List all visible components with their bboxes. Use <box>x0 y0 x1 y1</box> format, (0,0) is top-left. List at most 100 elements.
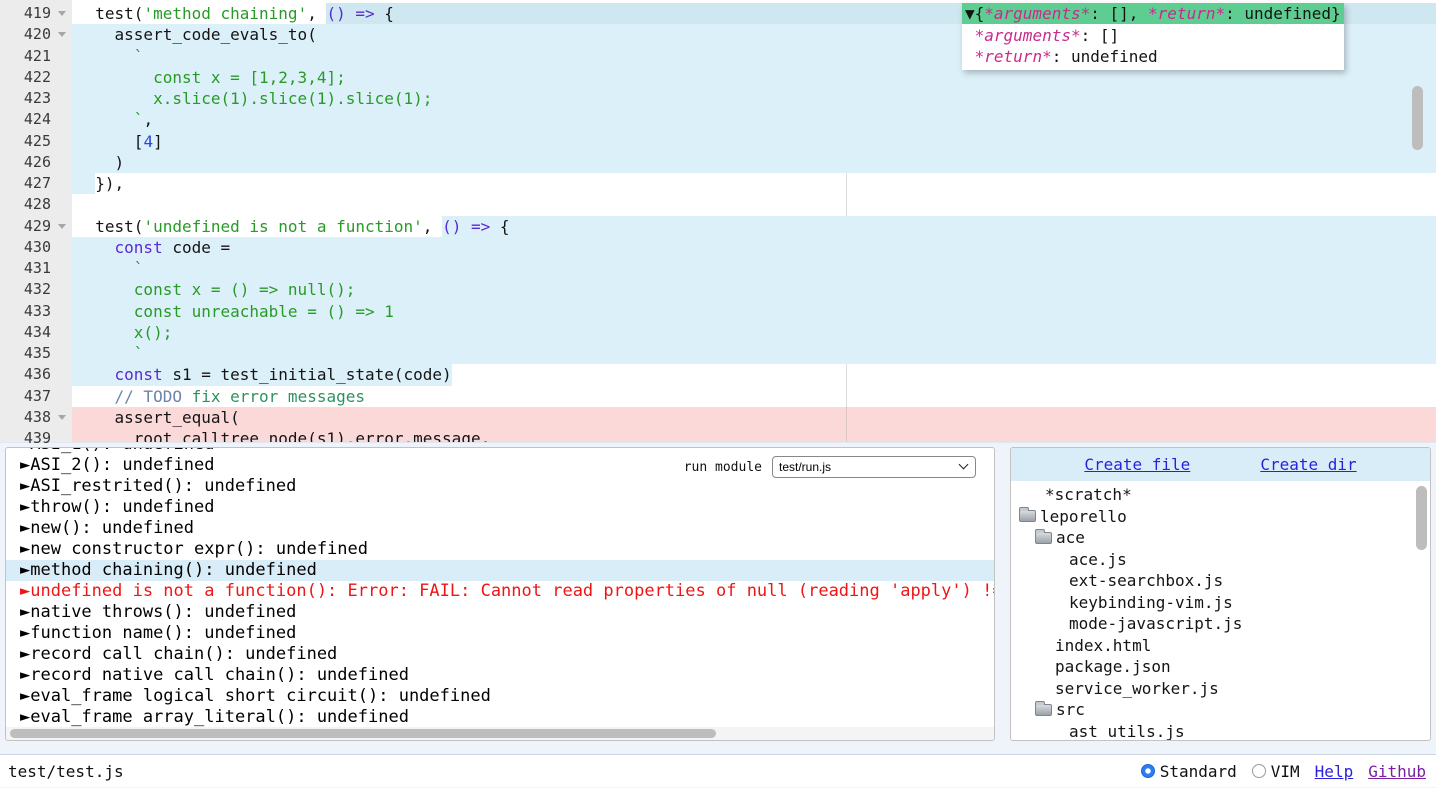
expand-arrow-icon[interactable]: ► <box>20 581 30 601</box>
gutter-line-number[interactable]: 422 <box>0 67 72 88</box>
gutter-line-number[interactable]: 427 <box>0 173 72 194</box>
gutter-line-number[interactable]: 432 <box>0 279 72 300</box>
code-token <box>965 26 975 45</box>
gutter-line-number[interactable]: 434 <box>0 322 72 343</box>
tree-item[interactable]: service_worker.js <box>1011 678 1430 700</box>
gutter-line-number[interactable]: 435 <box>0 343 72 364</box>
gutter-line-number[interactable]: 436 <box>0 364 72 385</box>
code-line[interactable]: const unreachable = () => 1 <box>72 301 1436 322</box>
tree-item[interactable]: ace.js <box>1011 549 1430 571</box>
code-line[interactable]: const code = <box>72 237 1436 258</box>
tree-item[interactable]: keybinding-vim.js <box>1011 592 1430 614</box>
test-result-row[interactable]: ►function name(): undefined <box>6 623 994 644</box>
results-hscrollbar-track[interactable] <box>6 727 994 740</box>
gutter-line-number[interactable]: 419 <box>0 3 72 24</box>
files-scrollbar-thumb[interactable] <box>1416 486 1427 550</box>
expand-arrow-icon[interactable]: ► <box>20 497 30 517</box>
fold-marker-icon[interactable] <box>58 32 66 37</box>
expand-arrow-icon[interactable]: ► <box>20 476 30 496</box>
code-token: root_calltree_node(s1).error.message, <box>76 429 490 442</box>
test-result-row[interactable]: ►eval_frame array_literal(): undefined <box>6 707 994 728</box>
run-module-select[interactable]: test/run.js <box>772 456 976 478</box>
code-line[interactable]: const x = () => null(); <box>72 279 1436 300</box>
tree-item[interactable]: src <box>1011 699 1430 721</box>
gutter-line-number[interactable]: 439 <box>0 428 72 449</box>
current-file-path: test/test.js <box>8 762 124 781</box>
code-line[interactable]: `, <box>72 109 1436 130</box>
code-line[interactable]: const s1 = test_initial_state(code) <box>72 364 1436 385</box>
gutter-line-number[interactable]: 437 <box>0 386 72 407</box>
gutter-line-number[interactable]: 426 <box>0 152 72 173</box>
expand-arrow-icon[interactable]: ► <box>20 455 30 475</box>
editor-scrollbar-thumb[interactable] <box>1412 86 1423 150</box>
keybinding-vim-option[interactable]: VIM <box>1252 762 1300 781</box>
expand-arrow-icon[interactable]: ► <box>20 539 30 559</box>
keybinding-standard-option[interactable]: Standard <box>1141 762 1237 781</box>
fold-marker-icon[interactable] <box>58 415 66 420</box>
github-link[interactable]: Github <box>1368 762 1426 781</box>
keybinding-standard-radio[interactable] <box>1141 764 1155 778</box>
tooltip-header[interactable]: ▼{*arguments*: [], *return*: undefined} <box>962 3 1344 24</box>
tree-item-label: ace <box>1056 528 1085 547</box>
expand-arrow-icon[interactable]: ► <box>20 707 30 727</box>
expand-arrow-icon[interactable]: ► <box>20 644 30 664</box>
tree-item[interactable]: index.html <box>1011 635 1430 657</box>
gutter-line-number[interactable]: 423 <box>0 88 72 109</box>
code-line[interactable]: // TODO fix error messages <box>72 386 1436 407</box>
test-result-row[interactable]: ►ASI_1(): undefined <box>6 447 994 455</box>
test-result-row[interactable]: ►eval_frame logical short circuit(): und… <box>6 686 994 707</box>
tree-item[interactable]: ast_utils.js <box>1011 721 1430 742</box>
code-line[interactable]: ` <box>72 258 1436 279</box>
test-result-row[interactable]: ►record native call chain(): undefined <box>6 665 994 686</box>
test-result-row[interactable]: ►native throws(): undefined <box>6 602 994 623</box>
tree-item[interactable]: *scratch* <box>1011 484 1430 506</box>
test-result-row[interactable]: ►new(): undefined <box>6 518 994 539</box>
code-line[interactable]: x.slice(1).slice(1).slice(1); <box>72 88 1436 109</box>
code-line[interactable] <box>72 194 1436 215</box>
test-result-row[interactable]: ►throw(): undefined <box>6 497 994 518</box>
help-link[interactable]: Help <box>1315 762 1354 781</box>
results-hscrollbar-thumb[interactable] <box>10 729 716 738</box>
tree-item[interactable]: mode-javascript.js <box>1011 613 1430 635</box>
code-editor[interactable]: 4194204214224234244254264274284294304314… <box>0 0 1436 443</box>
expand-arrow-icon[interactable]: ► <box>20 602 30 622</box>
code-line[interactable]: ) <box>72 152 1436 173</box>
gutter-line-number[interactable]: 420 <box>0 24 72 45</box>
fold-marker-icon[interactable] <box>58 224 66 229</box>
code-line[interactable]: }), <box>72 173 1436 194</box>
create-dir-link[interactable]: Create dir <box>1260 455 1356 474</box>
create-file-link[interactable]: Create file <box>1084 455 1190 474</box>
code-line[interactable]: root_calltree_node(s1).error.message, <box>72 428 1436 442</box>
code-line[interactable]: ` <box>72 343 1436 364</box>
code-line[interactable]: [4] <box>72 131 1436 152</box>
expand-arrow-icon[interactable]: ► <box>20 623 30 643</box>
gutter-line-number[interactable]: 424 <box>0 109 72 130</box>
gutter-line-number[interactable]: 433 <box>0 301 72 322</box>
keybinding-vim-radio[interactable] <box>1252 764 1266 778</box>
test-result-row[interactable]: ►ASI_restrited(): undefined <box>6 476 994 497</box>
expand-arrow-icon[interactable]: ► <box>20 560 30 580</box>
test-result-row[interactable]: ►new constructor expr(): undefined <box>6 539 994 560</box>
expand-arrow-icon[interactable]: ► <box>20 665 30 685</box>
test-result-row[interactable]: ►record call chain(): undefined <box>6 644 994 665</box>
code-line[interactable]: x(); <box>72 322 1436 343</box>
code-line[interactable]: assert_equal( <box>72 407 1436 428</box>
gutter-line-number[interactable]: 430 <box>0 237 72 258</box>
gutter-line-number[interactable]: 438 <box>0 407 72 428</box>
gutter-line-number[interactable]: 429 <box>0 216 72 237</box>
test-result-row[interactable]: ►method chaining(): undefined <box>6 560 994 581</box>
tree-item[interactable]: ext-searchbox.js <box>1011 570 1430 592</box>
code-segment: x.slice(1).slice(1).slice(1); <box>72 88 432 109</box>
tree-item[interactable]: leporello <box>1011 506 1430 528</box>
expand-arrow-icon[interactable]: ► <box>20 518 30 538</box>
fold-marker-icon[interactable] <box>58 11 66 16</box>
tree-item[interactable]: ace <box>1011 527 1430 549</box>
code-line[interactable]: test('undefined is not a function', () =… <box>72 216 1436 237</box>
expand-arrow-icon[interactable]: ► <box>20 686 30 706</box>
test-result-row[interactable]: ►undefined is not a function(): Error: F… <box>6 581 994 602</box>
gutter-line-number[interactable]: 428 <box>0 194 72 215</box>
tree-item[interactable]: package.json <box>1011 656 1430 678</box>
gutter-line-number[interactable]: 431 <box>0 258 72 279</box>
gutter-line-number[interactable]: 421 <box>0 46 72 67</box>
gutter-line-number[interactable]: 425 <box>0 131 72 152</box>
